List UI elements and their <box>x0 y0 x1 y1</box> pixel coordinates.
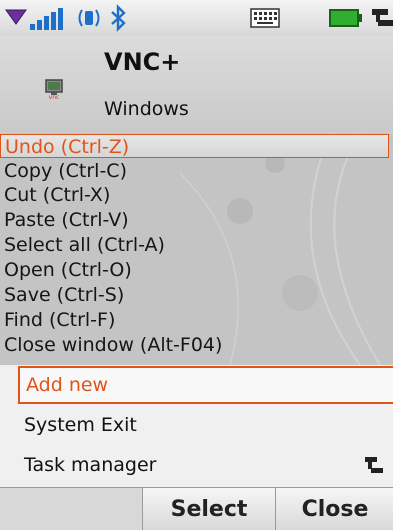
app-header: vnc VNC+ Windows <box>0 36 393 132</box>
list-item-task-manager[interactable]: Task manager <box>0 445 393 485</box>
signal-arrow-icon <box>5 9 27 25</box>
list-item-add-new[interactable]: Add new <box>18 366 393 404</box>
ringer-icon <box>78 9 100 27</box>
vnc-app-icon: vnc <box>45 79 63 100</box>
menu-item-find[interactable]: Find (Ctrl-F) <box>0 308 389 332</box>
app-subtitle: Windows <box>104 98 189 120</box>
app-title: VNC+ <box>104 48 181 76</box>
menu-item-open[interactable]: Open (Ctrl-O) <box>0 258 389 282</box>
list-item-label: Task manager <box>24 454 157 476</box>
menu-item-paste[interactable]: Paste (Ctrl-V) <box>0 208 389 232</box>
keyboard-icon <box>250 8 280 28</box>
list-item-system-exit[interactable]: System Exit <box>0 405 393 445</box>
main-list: Add new System Exit Task manager <box>0 365 393 487</box>
status-bar <box>0 0 393 37</box>
task-switch-icon <box>365 457 383 473</box>
data-transfer-icon <box>372 9 393 26</box>
menu-item-undo[interactable]: Undo (Ctrl-Z) <box>0 134 389 158</box>
menu-item-copy[interactable]: Copy (Ctrl-C) <box>0 159 389 183</box>
bluetooth-icon <box>111 4 126 32</box>
menu-item-save[interactable]: Save (Ctrl-S) <box>0 283 389 307</box>
signal-strength-icon <box>30 8 63 30</box>
menu-item-select-all[interactable]: Select all (Ctrl-A) <box>0 233 389 257</box>
options-submenu: Undo (Ctrl-Z) Copy (Ctrl-C) Cut (Ctrl-X)… <box>0 133 393 365</box>
select-softkey[interactable]: Select <box>142 488 275 530</box>
softkey-bar: Select Close <box>0 487 393 530</box>
menu-item-close-window[interactable]: Close window (Alt-F04) <box>0 333 389 357</box>
battery-icon <box>329 9 362 27</box>
svg-text:vnc: vnc <box>49 94 60 100</box>
menu-item-cut[interactable]: Cut (Ctrl-X) <box>0 183 389 207</box>
close-softkey[interactable]: Close <box>275 488 393 530</box>
